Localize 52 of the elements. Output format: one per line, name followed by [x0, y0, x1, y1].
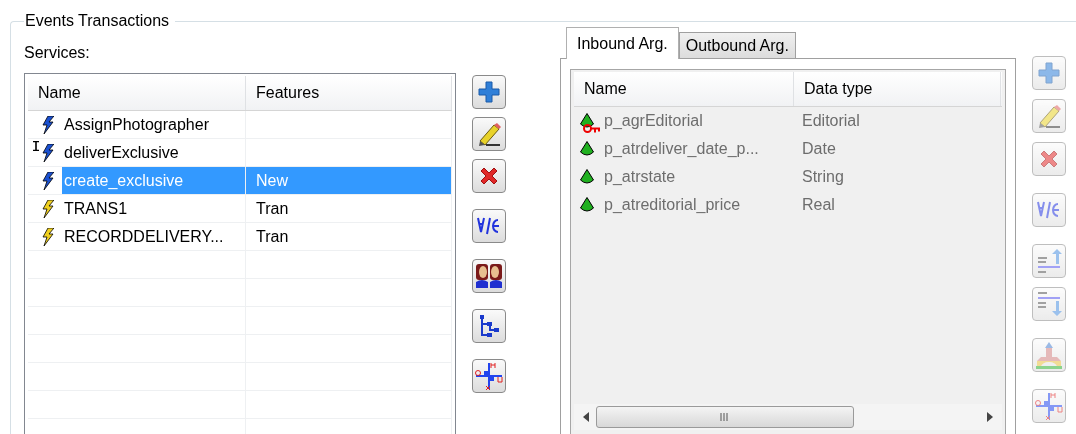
argument-name: p_agrEditorial [604, 112, 703, 130]
service-row[interactable]: RECORDDELIVERY... Tran [28, 223, 452, 251]
add-button[interactable] [472, 75, 506, 109]
service-name: AssignPhotographer [63, 114, 210, 135]
argument-type: Editorial [802, 112, 860, 130]
service-row[interactable]: AssignPhotographer [28, 111, 452, 139]
close-icon [1038, 148, 1060, 170]
pencil-icon [1036, 103, 1062, 129]
plus-icon [1037, 61, 1061, 85]
column-header[interactable]: Name [28, 76, 246, 110]
argument-name: p_atreditorial_price [604, 196, 741, 214]
service-name: deliverExclusive [63, 142, 180, 163]
lightning-icon [42, 171, 54, 190]
cone-icon [580, 169, 594, 185]
tree-button[interactable] [472, 309, 506, 343]
axes-button[interactable] [472, 359, 506, 393]
close-icon [478, 165, 500, 187]
service-name: TRANS1 [63, 198, 129, 219]
tower-icon [1035, 341, 1063, 369]
plus-icon [477, 80, 501, 104]
services-label: Services: [24, 44, 91, 62]
pencil-icon [476, 121, 502, 147]
cone-icon [580, 197, 594, 213]
lightning-icon [42, 227, 54, 246]
tree-icon [478, 314, 500, 338]
service-feature: New [256, 171, 288, 190]
service-feature: Tran [256, 199, 289, 218]
service-feature: Tran [256, 227, 289, 246]
axes-icon [1034, 391, 1064, 421]
formula-button[interactable] [472, 209, 506, 243]
service-row[interactable]: TRANS1 Tran [28, 195, 452, 223]
indent-up-icon [1036, 248, 1062, 274]
cone-icon [580, 113, 594, 129]
argument-type: Date [802, 140, 836, 158]
lightning-icon [42, 199, 54, 218]
people-button[interactable] [472, 259, 506, 293]
argument-name: p_atrstate [604, 168, 676, 186]
service-name: create_exclusive [62, 167, 245, 194]
edit-button[interactable] [472, 117, 506, 151]
argument-type: Real [802, 196, 835, 214]
people-icon [475, 262, 503, 290]
lightning-icon [42, 115, 54, 134]
column-header[interactable]: Features [246, 76, 452, 110]
group-title: Events Transactions [24, 12, 171, 30]
service-name: RECORDDELIVERY... [63, 226, 225, 247]
argument-type: String [802, 168, 844, 186]
lightning-icon [42, 143, 54, 162]
axes-icon [474, 361, 504, 391]
delete-button[interactable] [472, 159, 506, 193]
indent-down-icon [1036, 291, 1062, 317]
cone-icon [580, 141, 594, 157]
argument-name: p_atrdeliver_date_p... [604, 140, 759, 158]
